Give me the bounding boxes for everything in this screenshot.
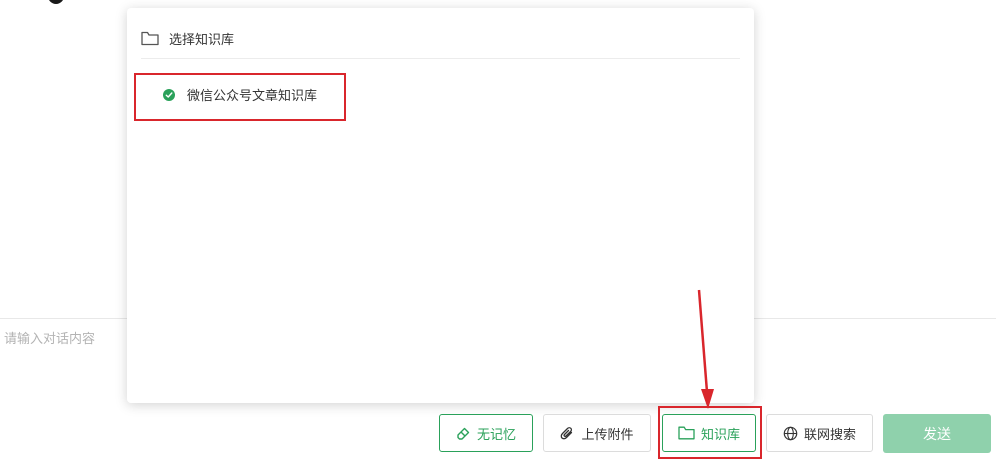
popup-header: 选择知识库: [141, 29, 234, 48]
send-button[interactable]: 发送: [883, 414, 991, 453]
popup-title: 选择知识库: [169, 32, 235, 47]
paperclip-icon: [560, 426, 575, 441]
knowledge-base-popup: 选择知识库 微信公众号文章知识库: [127, 8, 754, 403]
globe-icon: [783, 426, 798, 441]
no-memory-button[interactable]: 无记忆: [439, 414, 533, 452]
annotation-box-button: [658, 406, 762, 459]
popup-divider: [141, 58, 740, 59]
annotation-box-item: [134, 73, 346, 121]
annotation-arrow: [697, 289, 714, 409]
app-logo-icon: [48, 0, 64, 4]
eraser-icon: [456, 426, 471, 441]
web-search-label: 联网搜索: [803, 426, 856, 442]
no-memory-label: 无记忆: [476, 426, 516, 442]
upload-attachment-button[interactable]: 上传附件: [543, 414, 651, 452]
folder-icon: [141, 31, 159, 46]
web-search-button[interactable]: 联网搜索: [766, 414, 873, 452]
upload-attachment-label: 上传附件: [581, 426, 634, 442]
chat-input[interactable]: 请输入对话内容: [4, 328, 95, 347]
